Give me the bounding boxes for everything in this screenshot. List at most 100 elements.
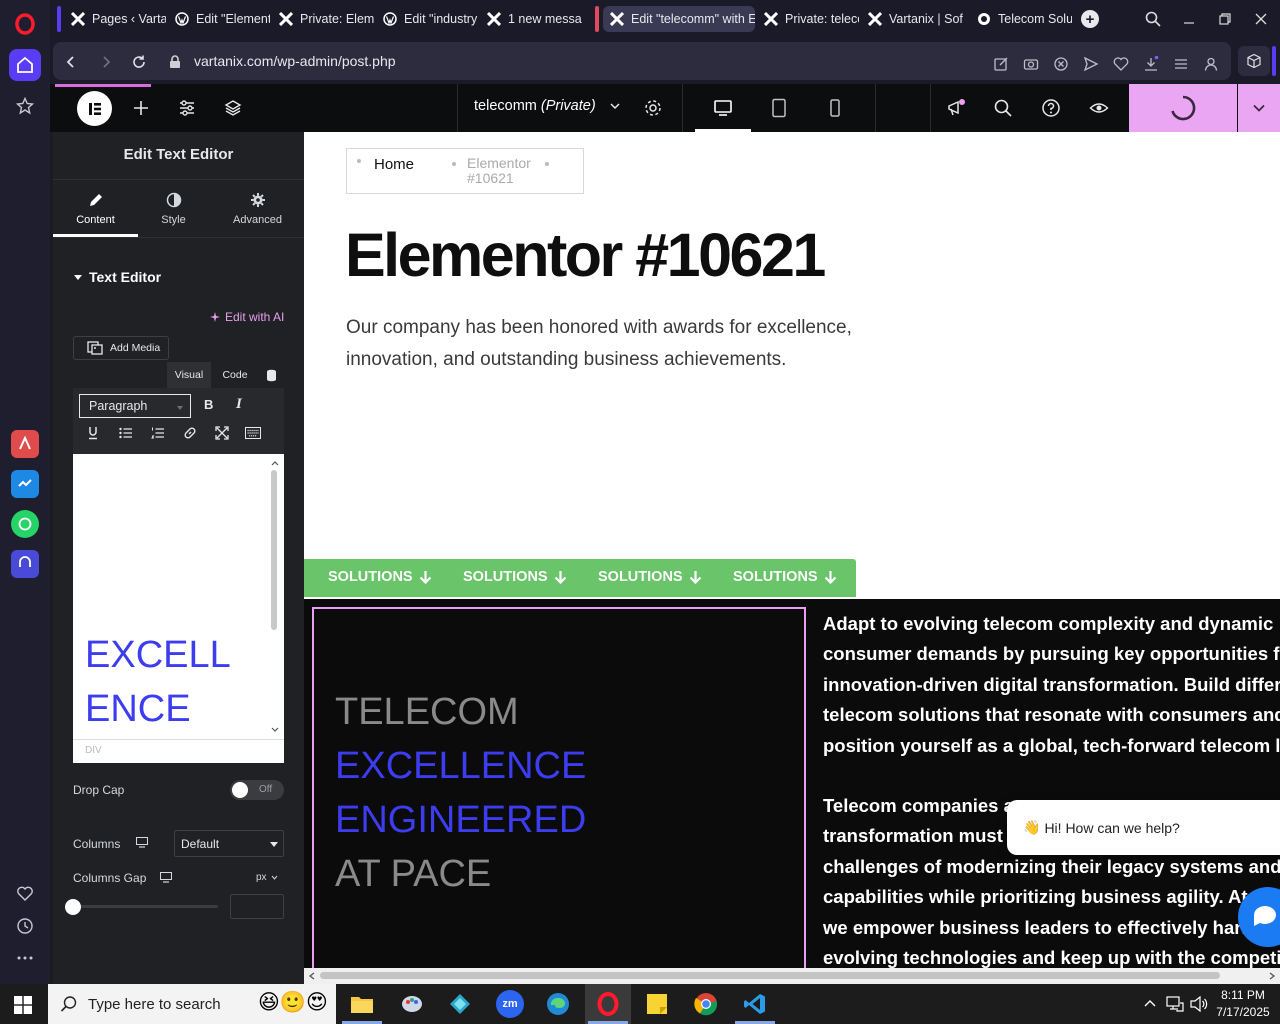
download-icon[interactable]	[1143, 56, 1159, 72]
tab-edit-telecomm[interactable]: Edit "telecomm" with Elementor	[603, 6, 755, 32]
reload-icon[interactable]	[131, 54, 147, 70]
volume-icon[interactable]	[1190, 996, 1208, 1012]
tab-telecom-solutions[interactable]: Telecom Solutions	[970, 6, 1072, 32]
forward-icon[interactable]	[98, 54, 114, 70]
clock[interactable]: 8:11 PM 7/17/2025	[1214, 987, 1272, 1021]
columns-gap-slider[interactable]	[73, 905, 218, 908]
publish-button[interactable]	[1129, 84, 1237, 132]
text-editor-area[interactable]: EXCELL ENCE	[73, 454, 284, 739]
paint-app-icon[interactable]	[398, 990, 426, 1018]
format-select[interactable]: Paragraph	[79, 394, 191, 418]
unit-select[interactable]: px	[256, 872, 278, 883]
messenger-icon[interactable]	[11, 470, 39, 498]
mobile-view-icon[interactable]	[825, 98, 845, 118]
star-icon[interactable]	[9, 90, 41, 122]
tab-private-elementor[interactable]: Private: Elementor	[272, 6, 374, 32]
link-icon[interactable]	[183, 426, 197, 440]
extensions-button[interactable]	[1238, 46, 1270, 76]
scrollbar-thumb[interactable]	[320, 972, 1220, 979]
camera-icon[interactable]	[1023, 56, 1039, 72]
tab-advanced[interactable]: Advanced	[215, 192, 300, 226]
history-icon[interactable]	[9, 910, 41, 942]
tray-overflow-chevron-icon[interactable]	[1143, 997, 1157, 1011]
home-icon[interactable]	[9, 49, 41, 81]
back-icon[interactable]	[63, 54, 79, 70]
finder-search-icon[interactable]	[993, 98, 1013, 118]
slider-handle[interactable]	[65, 899, 81, 915]
diamond-app-icon[interactable]	[446, 990, 474, 1018]
tab-edit-elementor[interactable]: Edit "Elementor	[168, 6, 270, 32]
underline-icon[interactable]	[87, 426, 99, 440]
bullet-list-icon[interactable]	[119, 427, 132, 439]
page-settings-gear-icon[interactable]	[643, 98, 663, 118]
editor-scrollbar[interactable]	[271, 470, 277, 630]
opera-taskbar-button[interactable]	[585, 984, 631, 1024]
new-tab-plus-icon[interactable]: +	[1081, 10, 1099, 28]
solutions-menu-item[interactable]: SOLUTIONS	[328, 569, 432, 585]
tab-edit-industry[interactable]: Edit "industry	[376, 6, 478, 32]
tab-style[interactable]: Style	[131, 192, 216, 226]
lock-icon[interactable]	[169, 55, 185, 71]
preview-eye-icon[interactable]	[1089, 98, 1109, 118]
section-text-editor-toggle[interactable]: Text Editor	[73, 269, 161, 285]
edge-browser-icon[interactable]	[544, 990, 572, 1018]
add-element-plus-icon[interactable]	[131, 98, 151, 118]
breadcrumb-home[interactable]: Home	[374, 156, 414, 173]
site-settings-sliders-icon[interactable]	[177, 98, 197, 118]
music-app-icon[interactable]	[11, 550, 39, 578]
opera-logo-icon[interactable]	[9, 8, 41, 40]
solutions-menu-item[interactable]: SOLUTIONS	[463, 569, 567, 585]
desktop-view-button[interactable]	[695, 84, 751, 132]
send-icon[interactable]	[1083, 56, 1099, 72]
network-icon[interactable]	[1166, 996, 1184, 1012]
page-name-dropdown[interactable]: telecomm (Private)	[474, 98, 622, 114]
solutions-menu-item[interactable]: SOLUTIONS	[733, 569, 837, 585]
italic-icon[interactable]: I	[236, 396, 242, 413]
dynamic-tags-icon[interactable]	[259, 362, 283, 388]
taskbar-search-box[interactable]: Type here to search 😆🙂😍	[48, 984, 336, 1024]
fullscreen-icon[interactable]	[215, 426, 229, 440]
file-explorer-icon[interactable]	[348, 990, 376, 1018]
horizontal-scrollbar[interactable]	[304, 968, 1280, 984]
address-bar[interactable]: vartanix.com/wp-admin/post.php	[53, 42, 1231, 80]
toolbar-toggle-keyboard-icon[interactable]	[245, 427, 261, 439]
whatsapp-icon[interactable]	[11, 510, 39, 538]
edit-with-ai-button[interactable]: Edit with AI	[209, 310, 284, 324]
editor-content[interactable]: EXCELL ENCE	[85, 628, 231, 736]
sticky-notes-icon[interactable]	[643, 990, 671, 1018]
tab-pages[interactable]: Pages ‹ Vartanix	[64, 6, 166, 32]
chrome-browser-icon[interactable]	[692, 990, 720, 1018]
easy-setup-icon[interactable]	[1173, 56, 1189, 72]
columns-gap-input[interactable]	[230, 894, 284, 919]
scroll-down-icon[interactable]	[271, 727, 279, 733]
minimize-icon[interactable]	[1180, 10, 1198, 28]
chat-bubble[interactable]: 👋 Hi! How can we help?	[1007, 800, 1280, 855]
solutions-menu-item[interactable]: SOLUTIONS	[598, 569, 702, 585]
help-icon[interactable]	[1041, 98, 1061, 118]
tab-private-telecomm[interactable]: Private: telecomm	[757, 6, 859, 32]
editor-tab-code[interactable]: Code	[213, 362, 257, 388]
editor-tab-visual[interactable]: Visual	[167, 362, 211, 388]
edit-page-icon[interactable]	[993, 56, 1009, 72]
add-media-button[interactable]: Add Media	[73, 336, 169, 360]
profile-icon[interactable]	[1203, 56, 1219, 72]
responsive-desktop-icon[interactable]	[136, 837, 148, 848]
columns-select[interactable]: Default	[174, 830, 284, 857]
tab-search-icon[interactable]	[1144, 10, 1162, 28]
zoom-app-icon[interactable]: zm	[496, 990, 524, 1018]
windows-start-icon[interactable]	[14, 996, 32, 1014]
responsive-desktop-icon[interactable]	[160, 872, 172, 883]
selected-widget-outline[interactable]: TELECOM EXCELLENCE ENGINEERED AT PACE	[312, 607, 806, 968]
scroll-up-icon[interactable]	[271, 460, 279, 466]
close-window-icon[interactable]	[1252, 10, 1270, 28]
more-icon[interactable]	[9, 942, 41, 974]
vscode-icon[interactable]	[741, 990, 769, 1018]
structure-layers-icon[interactable]	[223, 98, 243, 118]
url-text[interactable]: vartanix.com/wp-admin/post.php	[194, 53, 396, 69]
tab-vartanix[interactable]: Vartanix | Software	[861, 6, 963, 32]
drop-cap-switch[interactable]: Off	[230, 780, 284, 800]
tab-new-message[interactable]: 1 new message	[480, 6, 582, 32]
publish-options-button[interactable]	[1238, 84, 1280, 132]
aria-app-icon[interactable]	[11, 430, 39, 458]
tablet-view-icon[interactable]	[769, 98, 789, 118]
